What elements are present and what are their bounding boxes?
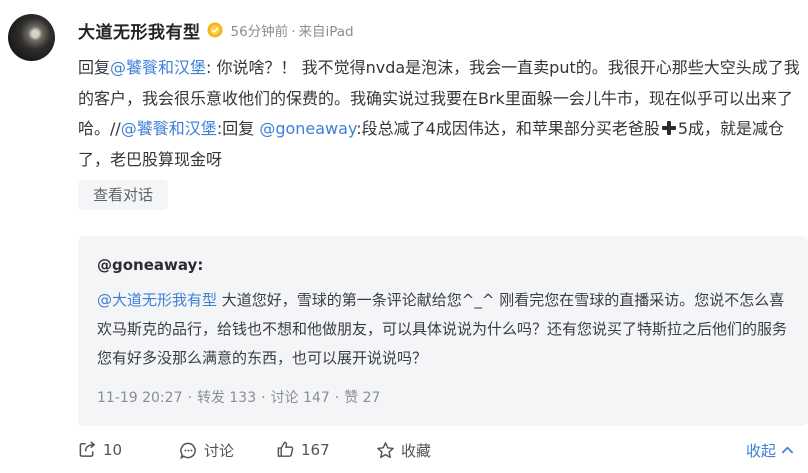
mention-link[interactable]: @饕餮和汉堡: [110, 58, 206, 77]
reply-prefix: 回复: [78, 58, 111, 77]
like-button[interactable]: 167: [276, 440, 330, 459]
quoted-reposts: 转发 133: [196, 390, 257, 406]
quoted-author: @goneaway:: [97, 256, 203, 274]
like-count: 167: [301, 440, 330, 459]
comment-button[interactable]: 讨论: [179, 440, 234, 461]
favorite-label: 收藏: [401, 442, 432, 460]
quoted-date: 11-19 20:27: [97, 390, 183, 406]
view-conversation-button[interactable]: 查看对话: [78, 180, 168, 210]
favorite-button[interactable]: 收藏: [376, 440, 431, 461]
thumbs-up-icon: [277, 441, 294, 457]
chevron-up-icon: [781, 446, 794, 454]
mention-link[interactable]: @goneaway: [259, 119, 356, 138]
comment-label: 讨论: [204, 442, 235, 460]
mention-link[interactable]: @饕餮和汉堡: [121, 119, 217, 138]
share-arrow-icon: [79, 441, 96, 457]
quoted-comments: 讨论 147: [270, 390, 330, 406]
quoted-body: @大道无形我有型 大道您好，雪球的第一条评论献给您^_^ 刚看完您在雪球的直播采…: [97, 286, 797, 373]
heavy-plus-emoji-icon: [661, 121, 676, 135]
quoted-meta: 11-19 20:27 · 转发 133 · 讨论 147 · 赞 27: [97, 390, 381, 406]
collapse-label: 收起: [746, 442, 777, 460]
quoted-likes: 赞 27: [344, 390, 381, 406]
collapse-button[interactable]: 收起: [746, 440, 795, 461]
post-meta: 56分钟前 · 来自iPad: [230, 24, 354, 40]
post-source: 来自iPad: [298, 24, 354, 40]
action-bar: 10 讨论 167 收藏 收起: [78, 440, 808, 464]
star-icon: [377, 442, 394, 459]
quoted-post[interactable]: @goneaway: @大道无形我有型 大道您好，雪球的第一条评论献给您^_^ …: [78, 236, 808, 426]
post-text-segment: :回复: [216, 119, 255, 138]
post-text-segment: :段总减了4成因伟达，和苹果部分买老爸股: [356, 119, 660, 138]
post-header: 大道无形我有型 56分钟前 · 来自iPad: [78, 16, 354, 44]
post-time: 56分钟前: [230, 24, 289, 40]
quoted-mention-link[interactable]: @大道无形我有型: [97, 291, 217, 309]
post-body: 回复@饕餮和汉堡: 你说啥？！ 我不觉得nvda是泡沫，我会一直卖put的。我很…: [78, 53, 806, 175]
author-avatar[interactable]: [8, 14, 55, 61]
quoted-author-name[interactable]: @goneaway: [97, 256, 197, 274]
repost-count: 10: [103, 440, 123, 459]
chat-bubble-icon: [180, 442, 196, 460]
repost-button[interactable]: 10: [78, 440, 122, 459]
quoted-author-colon: :: [197, 256, 204, 274]
verified-badge-icon: [207, 22, 222, 38]
author-name[interactable]: 大道无形我有型: [78, 18, 201, 43]
